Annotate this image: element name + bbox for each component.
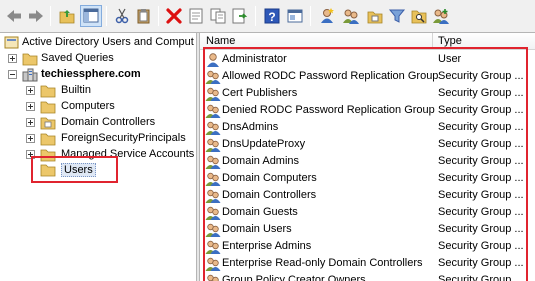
cut-icon[interactable] bbox=[111, 5, 133, 27]
tree-item-computers[interactable]: Computers bbox=[0, 99, 196, 115]
folder-icon bbox=[22, 52, 38, 66]
delete-icon[interactable] bbox=[163, 5, 185, 27]
forward-arrow-icon[interactable] bbox=[25, 5, 47, 27]
add-to-group-icon[interactable] bbox=[430, 5, 452, 27]
tree-item-builtin[interactable]: Builtin bbox=[0, 83, 196, 99]
expand-toggle[interactable] bbox=[26, 118, 35, 127]
domain-icon bbox=[22, 68, 38, 82]
new-ou-icon[interactable] bbox=[364, 5, 386, 27]
snapin-icon bbox=[4, 36, 20, 50]
show-hide-tree-icon[interactable] bbox=[80, 5, 102, 27]
tree-item-domain[interactable]: techiessphere.com bbox=[0, 67, 196, 83]
up-folder-icon[interactable] bbox=[56, 5, 78, 27]
svg-text:?: ? bbox=[268, 10, 275, 24]
tree-label-saved-queries: Saved Queries bbox=[41, 52, 114, 64]
paste-icon[interactable] bbox=[133, 5, 155, 27]
export-icon[interactable] bbox=[229, 5, 251, 27]
back-arrow-icon[interactable] bbox=[3, 5, 25, 27]
tree-item-saved-queries[interactable]: Saved Queries bbox=[0, 51, 196, 67]
new-user-icon[interactable] bbox=[316, 5, 338, 27]
collapse-toggle[interactable] bbox=[8, 70, 17, 79]
tree-label-foreign-security-principals: ForeignSecurityPrincipals bbox=[61, 132, 186, 144]
tree-label-computers: Computers bbox=[61, 100, 115, 112]
ou-folder-icon bbox=[40, 116, 56, 130]
tree-item-domain-controllers[interactable]: Domain Controllers bbox=[0, 115, 196, 131]
tree-label-builtin: Builtin bbox=[61, 84, 91, 96]
tree-label-domain-controllers: Domain Controllers bbox=[61, 116, 156, 128]
properties-icon[interactable] bbox=[185, 5, 207, 27]
tree-item-root[interactable]: Active Directory Users and Comput bbox=[0, 35, 196, 51]
toolbar: ? bbox=[0, 0, 535, 33]
copy-icon[interactable] bbox=[207, 5, 229, 27]
column-header-type[interactable]: Type bbox=[438, 35, 462, 47]
folder-icon bbox=[40, 100, 56, 114]
expand-toggle[interactable] bbox=[8, 54, 17, 63]
expand-toggle[interactable] bbox=[26, 86, 35, 95]
highlight-box-users bbox=[31, 156, 118, 183]
column-header-name[interactable]: Name bbox=[206, 35, 235, 47]
new-group-icon[interactable] bbox=[340, 5, 362, 27]
tree-item-foreign-security-principals[interactable]: ForeignSecurityPrincipals bbox=[0, 131, 196, 147]
tree-label-domain: techiessphere.com bbox=[41, 68, 141, 80]
help-icon[interactable]: ? bbox=[261, 5, 283, 27]
expand-toggle[interactable] bbox=[26, 134, 35, 143]
filter-icon[interactable] bbox=[386, 5, 408, 27]
find-icon[interactable] bbox=[408, 5, 430, 27]
highlight-box-list bbox=[203, 47, 528, 281]
console-icon[interactable] bbox=[284, 5, 306, 27]
tree-label-root: Active Directory Users and Comput bbox=[22, 36, 194, 48]
folder-icon bbox=[40, 132, 56, 146]
expand-toggle[interactable] bbox=[26, 102, 35, 111]
folder-icon bbox=[40, 84, 56, 98]
